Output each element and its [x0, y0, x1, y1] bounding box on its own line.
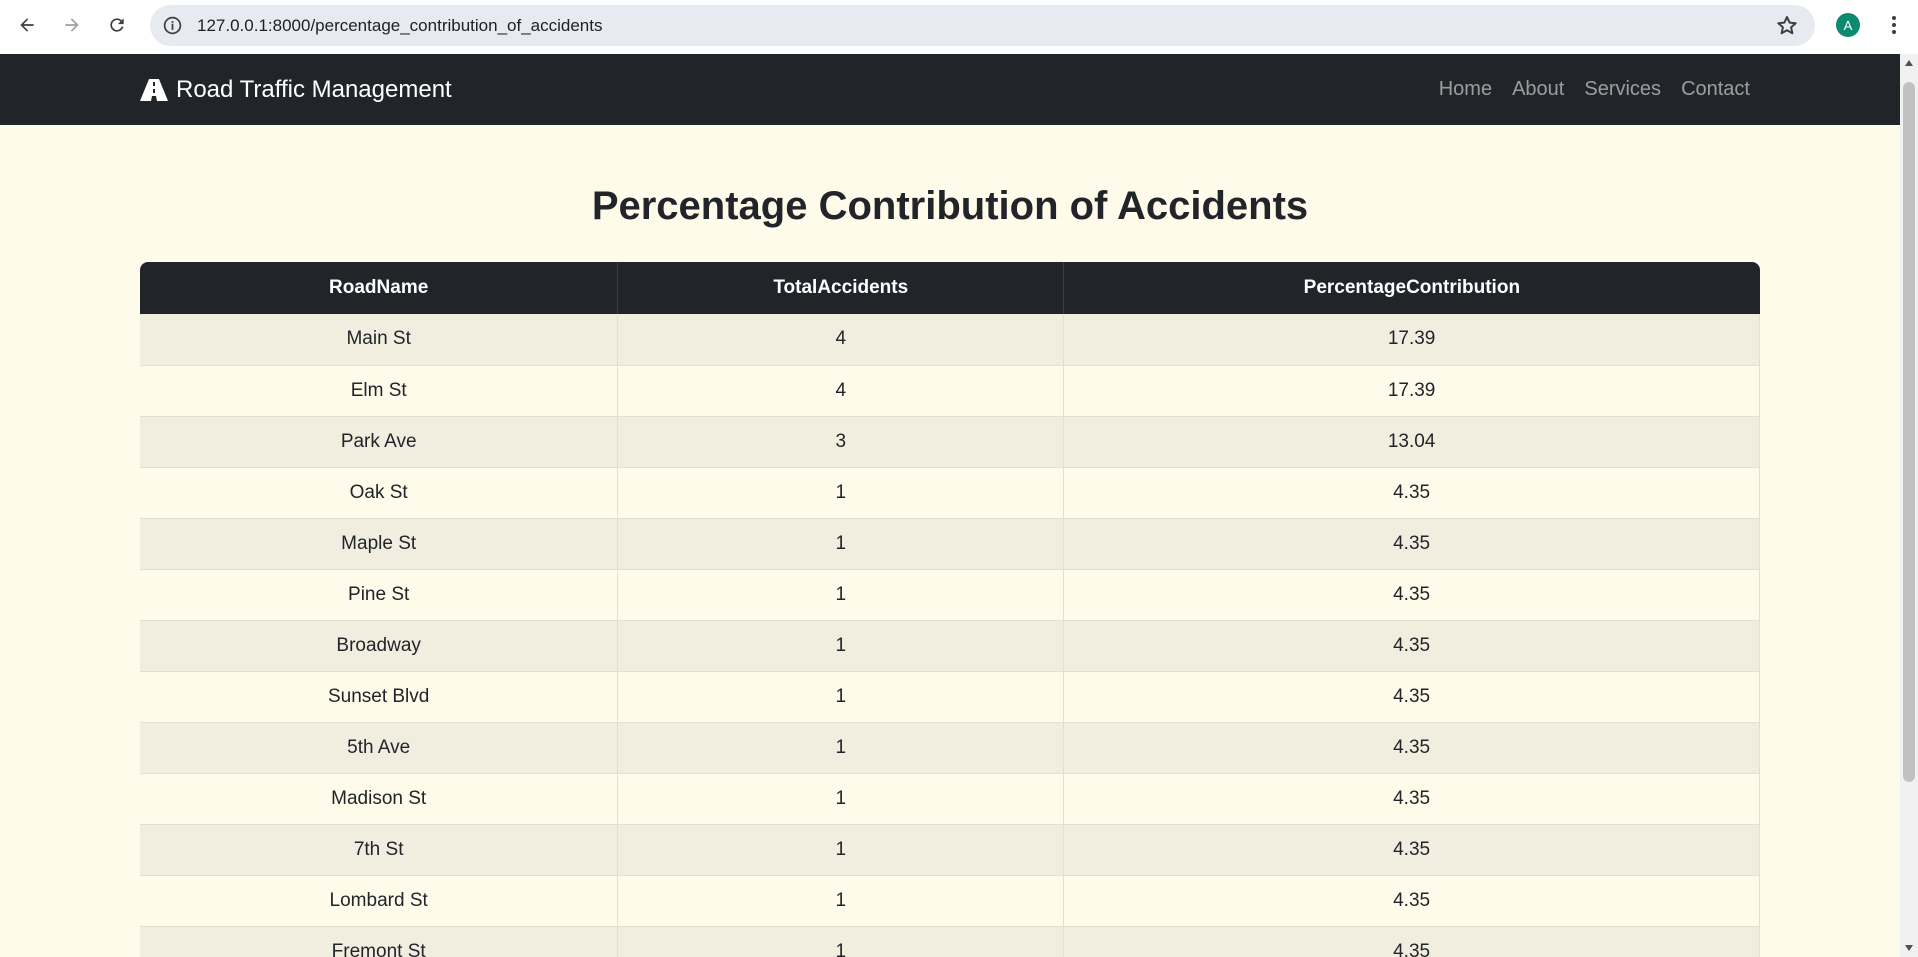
- site-info-icon[interactable]: [162, 15, 183, 36]
- cell-total-accidents: 1: [617, 824, 1065, 876]
- nav-link-about[interactable]: About: [1512, 78, 1564, 101]
- cell-percentage: 4.35: [1063, 467, 1760, 519]
- nav-link-home[interactable]: Home: [1439, 78, 1492, 101]
- back-button[interactable]: [11, 9, 43, 41]
- cell-total-accidents: 1: [617, 926, 1065, 957]
- accidents-table: RoadName TotalAccidents PercentageContri…: [140, 262, 1760, 957]
- brand-link[interactable]: Road Traffic Management: [140, 54, 452, 125]
- column-header-percentagecontribution: PercentageContribution: [1063, 262, 1760, 314]
- cell-total-accidents: 1: [617, 620, 1065, 672]
- scrollbar-thumb[interactable]: [1903, 82, 1915, 782]
- cell-road-name: Maple St: [140, 518, 619, 570]
- cell-percentage: 4.35: [1063, 824, 1760, 876]
- table-row: Main St 4 17.39: [140, 314, 1760, 366]
- cell-percentage: 4.35: [1063, 926, 1760, 957]
- cell-total-accidents: 1: [617, 773, 1065, 825]
- navbar: Road Traffic Management Home About Servi…: [0, 54, 1900, 125]
- cell-percentage: 17.39: [1063, 365, 1760, 417]
- table-row: Oak St 1 4.35: [140, 467, 1760, 519]
- reload-button[interactable]: [101, 9, 133, 41]
- cell-road-name: Oak St: [140, 467, 619, 519]
- cell-percentage: 4.35: [1063, 569, 1760, 621]
- table-row: Sunset Blvd 1 4.35: [140, 671, 1760, 723]
- table-row: 5th Ave 1 4.35: [140, 722, 1760, 774]
- cell-total-accidents: 3: [617, 416, 1065, 468]
- address-bar[interactable]: 127.0.0.1:8000/percentage_contribution_o…: [150, 5, 1815, 46]
- cell-road-name: 7th St: [140, 824, 619, 876]
- browser-toolbar: 127.0.0.1:8000/percentage_contribution_o…: [0, 0, 1918, 54]
- cell-percentage: 4.35: [1063, 773, 1760, 825]
- cell-total-accidents: 4: [617, 365, 1065, 417]
- cell-percentage: 17.39: [1063, 314, 1760, 366]
- cell-percentage: 13.04: [1063, 416, 1760, 468]
- scroll-up-arrow-icon[interactable]: [1905, 60, 1913, 66]
- cell-road-name: Fremont St: [140, 926, 619, 957]
- cell-percentage: 4.35: [1063, 722, 1760, 774]
- nav-link-contact[interactable]: Contact: [1681, 78, 1750, 101]
- cell-road-name: Broadway: [140, 620, 619, 672]
- table-row: Broadway 1 4.35: [140, 620, 1760, 672]
- forward-button[interactable]: [56, 9, 88, 41]
- table-row: Madison St 1 4.35: [140, 773, 1760, 825]
- reload-icon: [110, 18, 124, 32]
- table-row: Pine St 1 4.35: [140, 569, 1760, 621]
- cell-total-accidents: 1: [617, 569, 1065, 621]
- arrow-right-icon: [65, 18, 79, 32]
- cell-percentage: 4.35: [1063, 671, 1760, 723]
- cell-road-name: Park Ave: [140, 416, 619, 468]
- profile-avatar[interactable]: A: [1836, 13, 1860, 37]
- cell-road-name: Pine St: [140, 569, 619, 621]
- arrow-left-icon: [20, 18, 34, 32]
- page-title: Percentage Contribution of Accidents: [591, 184, 1309, 228]
- bookmark-star-icon[interactable]: [1775, 14, 1799, 38]
- cell-total-accidents: 1: [617, 671, 1065, 723]
- page-scrollbar[interactable]: [1900, 54, 1918, 957]
- column-header-roadname: RoadName: [140, 262, 619, 314]
- table-row: Lombard St 1 4.35: [140, 875, 1760, 927]
- brand-text: Road Traffic Management: [176, 75, 452, 103]
- cell-total-accidents: 4: [617, 314, 1065, 366]
- table-row: Maple St 1 4.35: [140, 518, 1760, 570]
- cell-percentage: 4.35: [1063, 518, 1760, 570]
- road-icon: [140, 78, 168, 101]
- table-header-row: RoadName TotalAccidents PercentageContri…: [140, 262, 1760, 314]
- url-text[interactable]: 127.0.0.1:8000/percentage_contribution_o…: [197, 5, 602, 46]
- cell-total-accidents: 1: [617, 518, 1065, 570]
- more-menu-icon[interactable]: [1882, 13, 1906, 37]
- cell-total-accidents: 1: [617, 467, 1065, 519]
- table-row: Park Ave 3 13.04: [140, 416, 1760, 468]
- nav-link-services[interactable]: Services: [1584, 78, 1661, 101]
- accidents-table-container: RoadName TotalAccidents PercentageContri…: [140, 262, 1760, 957]
- cell-road-name: Sunset Blvd: [140, 671, 619, 723]
- scroll-down-arrow-icon[interactable]: [1905, 945, 1913, 951]
- cell-road-name: Madison St: [140, 773, 619, 825]
- cell-percentage: 4.35: [1063, 875, 1760, 927]
- cell-road-name: Main St: [140, 314, 619, 366]
- table-row: 7th St 1 4.35: [140, 824, 1760, 876]
- cell-percentage: 4.35: [1063, 620, 1760, 672]
- nav-links: Home About Services Contact: [1419, 54, 1750, 125]
- column-header-totalaccidents: TotalAccidents: [617, 262, 1065, 314]
- cell-road-name: 5th Ave: [140, 722, 619, 774]
- table-row: Fremont St 1 4.35: [140, 926, 1760, 957]
- cell-road-name: Lombard St: [140, 875, 619, 927]
- cell-total-accidents: 1: [617, 722, 1065, 774]
- cell-road-name: Elm St: [140, 365, 619, 417]
- table-row: Elm St 4 17.39: [140, 365, 1760, 417]
- cell-total-accidents: 1: [617, 875, 1065, 927]
